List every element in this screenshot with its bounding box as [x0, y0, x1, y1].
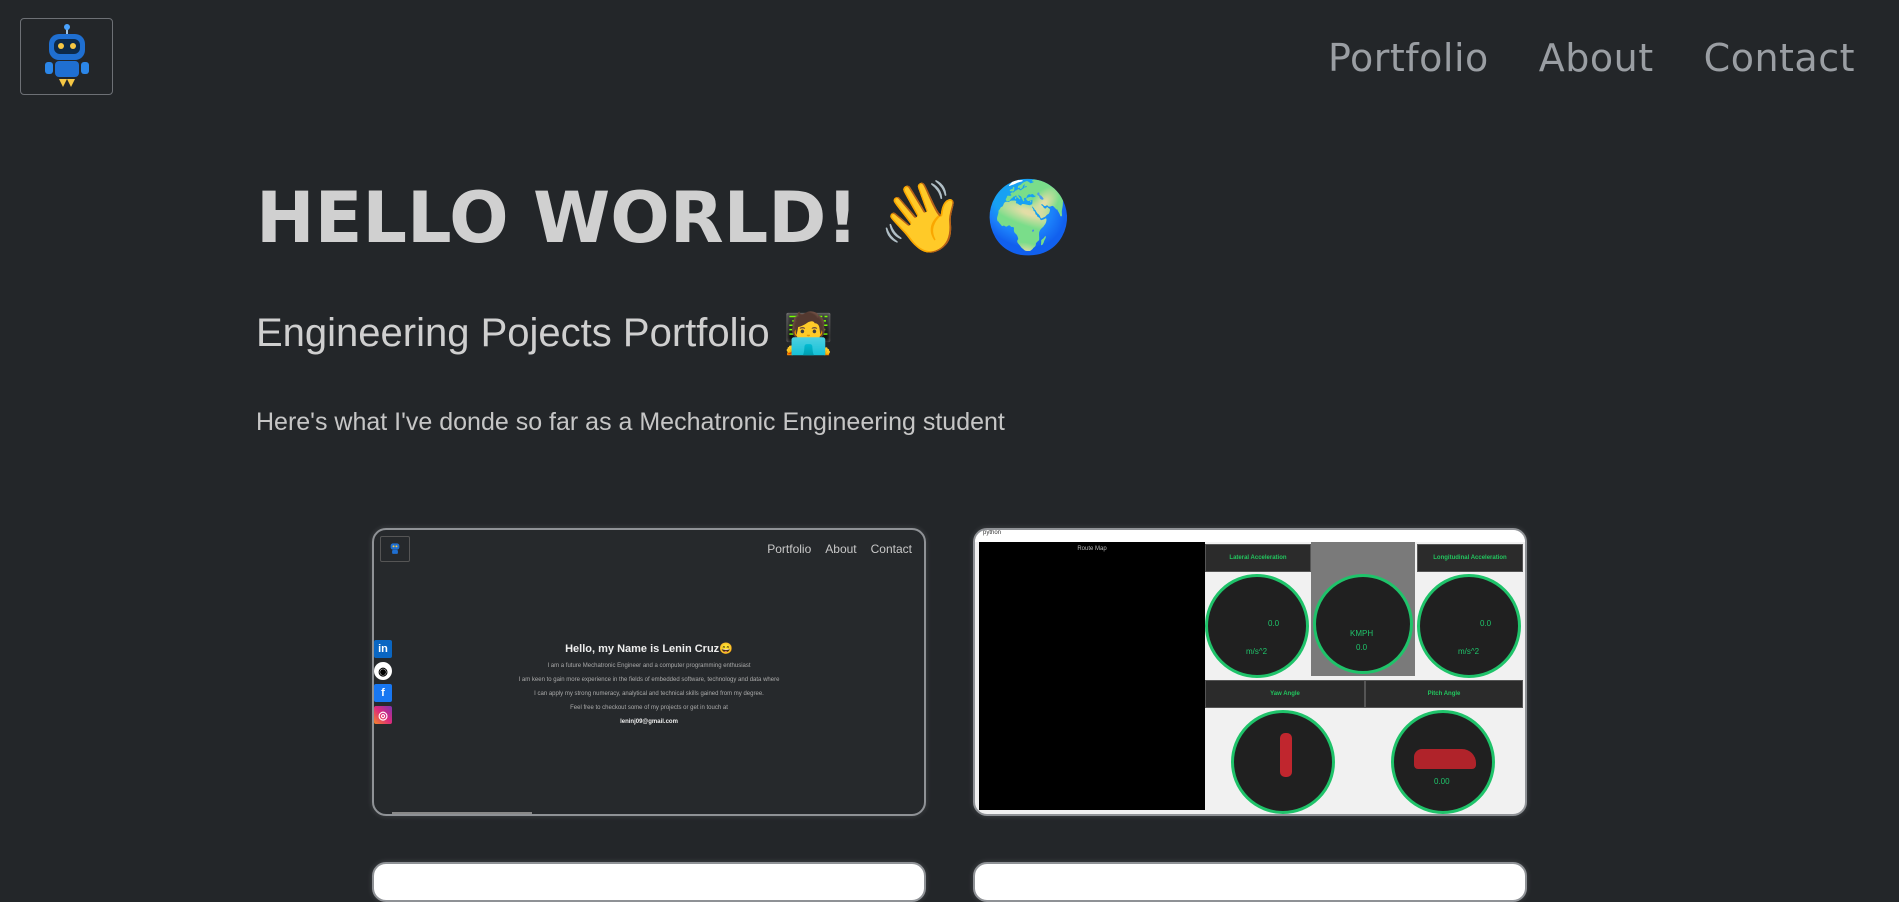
nav-portfolio[interactable]: Portfolio: [1328, 36, 1489, 80]
lateral-label: Lateral Acceleration: [1205, 544, 1311, 572]
preview-heading-prefix: Hello, my Name is: [565, 643, 663, 655]
car-side-view-icon: [1414, 749, 1476, 769]
pitch-gauge: 0.00: [1391, 710, 1495, 814]
longitudinal-gauge: 0.0 m/s^2: [1417, 574, 1521, 678]
longitudinal-unit: m/s^2: [1458, 647, 1480, 656]
preview-heading-name: Lenin Cruz: [662, 643, 720, 655]
project-card-4[interactable]: [973, 862, 1527, 902]
preview-heading: Hello, my Name is Lenin Cruz😄: [434, 642, 864, 655]
hero-title-text: HELLO WORLD!: [256, 176, 859, 259]
preview-email: leninj09@gmail.com: [620, 719, 678, 725]
hero-title: HELLO WORLD! 👋 🌍: [256, 176, 1073, 259]
pitch-value: 0.00: [1434, 777, 1450, 786]
site-logo[interactable]: [20, 18, 113, 95]
robot-icon: [390, 543, 400, 554]
yaw-gauge: [1231, 710, 1335, 814]
robot-icon: [44, 23, 89, 87]
project-card-vehicle-dashboard[interactable]: python Route Map Lateral Acceleration Lo…: [973, 528, 1527, 816]
preview-line: I am keen to gain more experience in the…: [518, 677, 780, 683]
main-nav: Portfolio About Contact: [1328, 36, 1855, 80]
route-map-title: Route Map: [1077, 546, 1107, 552]
nav-about[interactable]: About: [1539, 36, 1654, 80]
lateral-gauge: 0.0 m/s^2: [1205, 574, 1309, 678]
waving-hand-icon: 👋: [878, 176, 966, 258]
project-card-portfolio-site[interactable]: Portfolio About Contact in ◉ f ◎ Hello, …: [372, 528, 926, 816]
facebook-icon: f: [374, 684, 392, 702]
preview-nav-contact: Contact: [870, 542, 912, 556]
route-map-panel: Route Map: [979, 542, 1205, 810]
preview-logo: [380, 536, 410, 562]
longitudinal-label: Longitudinal Acceleration: [1417, 544, 1523, 572]
preview-line: Feel free to checkout some of my project…: [570, 705, 728, 711]
window-titlebar: python: [975, 530, 1525, 542]
preview-scrollbar: [392, 812, 532, 814]
instagram-icon: ◎: [374, 706, 392, 724]
speed-gauge: KMPH 0.0: [1313, 574, 1413, 674]
github-icon: ◉: [374, 662, 392, 680]
preview-intro: Hello, my Name is Lenin Cruz😄 I am a fut…: [434, 642, 864, 733]
lateral-value: 0.0: [1268, 619, 1280, 628]
speed-unit: KMPH: [1350, 629, 1374, 638]
hero-subtitle-text: Engineering Pojects Portfolio: [256, 311, 770, 355]
hero-subtitle: Engineering Pojects Portfolio 🧑‍💻: [256, 310, 833, 357]
preview-nav: Portfolio About Contact: [767, 542, 912, 556]
nav-contact[interactable]: Contact: [1704, 36, 1855, 80]
technologist-icon: 🧑‍💻: [783, 312, 834, 356]
yaw-label: Yaw Angle: [1205, 680, 1365, 708]
project-card-3[interactable]: [372, 862, 926, 902]
preview-social-bar: in ◉ f ◎: [374, 640, 394, 728]
preview-nav-portfolio: Portfolio: [767, 542, 812, 556]
speed-value: 0.0: [1356, 643, 1368, 652]
preview-nav-about: About: [825, 542, 857, 556]
globe-icon: 🌍: [985, 176, 1073, 258]
car-top-view-icon: [1280, 733, 1292, 777]
linkedin-icon: in: [374, 640, 392, 658]
longitudinal-value: 0.0: [1480, 619, 1492, 628]
lateral-unit: m/s^2: [1246, 647, 1268, 656]
hero-lead: Here's what I've donde so far as a Mecha…: [256, 408, 1005, 436]
smile-icon: 😄: [719, 643, 733, 655]
preview-line: I am a future Mechatronic Engineer and a…: [547, 663, 751, 669]
pitch-label: Pitch Angle: [1365, 680, 1523, 708]
preview-line: I can apply my strong numeracy, analytic…: [534, 691, 764, 697]
